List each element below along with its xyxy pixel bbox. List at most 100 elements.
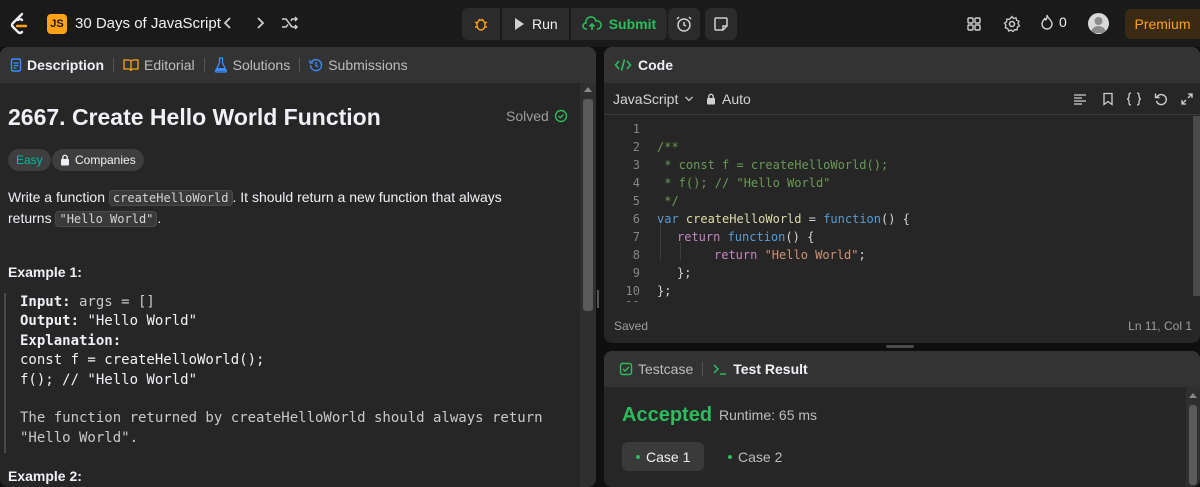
- terminal-icon: [713, 364, 727, 375]
- code-keyword: function: [720, 230, 786, 244]
- code-punctuation: () {: [785, 230, 815, 244]
- scroll-up-arrow[interactable]: [1189, 393, 1197, 398]
- explanation-note: The function returned by createHelloWorl…: [20, 410, 543, 427]
- maximize-button[interactable]: [1179, 91, 1195, 107]
- pass-dot: [728, 454, 732, 459]
- tab-submissions[interactable]: Submissions: [307, 57, 409, 73]
- solved-label: Solved: [506, 108, 549, 124]
- editor-scrollbar[interactable]: [1190, 116, 1200, 302]
- input-value: args = []: [70, 294, 155, 310]
- bookmark-button[interactable]: [1100, 91, 1116, 107]
- tab-solutions-label: Solutions: [232, 57, 291, 73]
- code-line: 11: [604, 299, 1184, 302]
- case-1-label: Case 1: [646, 448, 691, 465]
- code-keyword: var: [657, 212, 679, 226]
- tab-test-result[interactable]: Test Result: [710, 361, 809, 377]
- layout-button[interactable]: [963, 13, 985, 35]
- problem-title[interactable]: 2667. Create Hello World Function: [8, 104, 381, 131]
- book-icon: [123, 59, 139, 72]
- debug-button[interactable]: [462, 8, 500, 40]
- tab-editorial[interactable]: Editorial: [121, 57, 197, 73]
- input-label: Input:: [20, 294, 71, 310]
- vertical-resize-handle[interactable]: [596, 290, 600, 310]
- play-icon: [515, 18, 524, 30]
- study-plan-title[interactable]: 30 Days of JavaScript: [75, 15, 221, 32]
- tab-editorial-label: Editorial: [144, 57, 195, 73]
- tab-testcase[interactable]: Testcase: [617, 361, 695, 377]
- tab-solutions[interactable]: Solutions: [212, 57, 293, 73]
- output-value: "Hello World": [79, 313, 198, 330]
- note-icon: [714, 17, 728, 31]
- companies-tag[interactable]: Companies: [52, 149, 144, 171]
- streak-count: 0: [1059, 14, 1067, 30]
- bug-icon: [474, 18, 488, 31]
- tab-submissions-label: Submissions: [328, 57, 408, 73]
- statement-text: .: [157, 210, 162, 226]
- inline-code: createHelloWorld: [108, 190, 233, 206]
- explanation-line: const f = createHelloWorld();: [20, 352, 265, 369]
- test-tabs: Testcase Test Result: [604, 351, 1200, 387]
- reset-code-button[interactable]: [1153, 91, 1169, 107]
- document-icon: [10, 58, 22, 72]
- line-number: 9: [632, 266, 640, 280]
- scrollbar-thumb[interactable]: [1193, 116, 1200, 296]
- code-keyword: return: [677, 230, 721, 244]
- tab-testcase-label: Testcase: [638, 361, 694, 377]
- user-avatar[interactable]: [1088, 13, 1109, 34]
- lock-icon: [707, 93, 715, 105]
- horizontal-resize-handle[interactable]: [886, 345, 914, 348]
- companies-label: Companies: [75, 153, 136, 167]
- statement-text: Write a function: [8, 189, 109, 205]
- test-panel-scrollbar[interactable]: [1186, 387, 1200, 487]
- random-problem-button[interactable]: [280, 13, 300, 33]
- leetcode-logo-icon[interactable]: [8, 12, 30, 36]
- align-left-icon: [1074, 94, 1086, 105]
- tab-divider: [113, 58, 115, 72]
- code-comment: * const f = createHelloWorld();: [657, 158, 889, 172]
- language-select[interactable]: JavaScript: [613, 91, 694, 107]
- line-number: 6: [632, 212, 640, 226]
- timer-button[interactable]: [668, 8, 700, 40]
- editor-status-bar: Saved Ln 11, Col 1: [604, 309, 1200, 343]
- run-button[interactable]: Run: [502, 8, 569, 40]
- run-submit-group: Run Submit: [462, 8, 668, 40]
- code-tab-label[interactable]: Code: [638, 57, 673, 73]
- user-icon: [1091, 17, 1106, 33]
- auto-mode-toggle[interactable]: Auto: [706, 91, 751, 107]
- cursor-position: Ln 11, Col 1: [1128, 319, 1192, 333]
- submit-button[interactable]: Submit: [570, 8, 668, 40]
- scroll-up-arrow[interactable]: [584, 87, 592, 92]
- format-button[interactable]: [1072, 91, 1088, 107]
- case-2-tab[interactable]: Case 2: [714, 442, 796, 471]
- submit-label: Submit: [608, 16, 657, 32]
- case-2-label: Case 2: [738, 448, 783, 465]
- scrollbar-thumb[interactable]: [1189, 405, 1197, 485]
- description-scrollbar[interactable]: [580, 83, 596, 487]
- next-problem-button[interactable]: [250, 13, 270, 33]
- output-label: Output:: [20, 313, 80, 330]
- history-icon: [309, 59, 323, 72]
- code-identifier: createHelloWorld: [678, 212, 802, 226]
- tab-divider: [702, 362, 704, 376]
- premium-button[interactable]: Premium: [1125, 9, 1200, 39]
- settings-button[interactable]: [1001, 13, 1023, 35]
- notes-button[interactable]: [705, 8, 737, 40]
- tab-description[interactable]: Description: [8, 57, 106, 73]
- code-operator: =: [801, 212, 824, 226]
- code-line: 6 var createHelloWorld = function() {: [604, 212, 1184, 230]
- braces-button[interactable]: [1126, 91, 1142, 107]
- line-number: 11: [618, 299, 640, 302]
- checkbox-icon: [619, 362, 633, 376]
- layout-grid-icon: [967, 17, 981, 31]
- verdict-text: Accepted: [622, 404, 713, 426]
- streak-counter[interactable]: 0: [1040, 14, 1067, 30]
- case-1-tab[interactable]: Case 1: [622, 442, 705, 471]
- top-bar: JS 30 Days of JavaScript Run Submit 0 Pr…: [0, 0, 1200, 47]
- code-tab-header: Code: [604, 47, 1200, 83]
- scrollbar-thumb[interactable]: [583, 99, 593, 311]
- code-line: 2 /**: [604, 140, 1184, 158]
- code-editor[interactable]: 1 2 /** 3 * const f = createHelloWorld();…: [604, 116, 1200, 302]
- explanation-line: f(); // "Hello World": [20, 371, 198, 388]
- prev-problem-button[interactable]: [218, 13, 238, 33]
- example-1-block: Input: args = [] Output: "Hello World" E…: [4, 293, 544, 453]
